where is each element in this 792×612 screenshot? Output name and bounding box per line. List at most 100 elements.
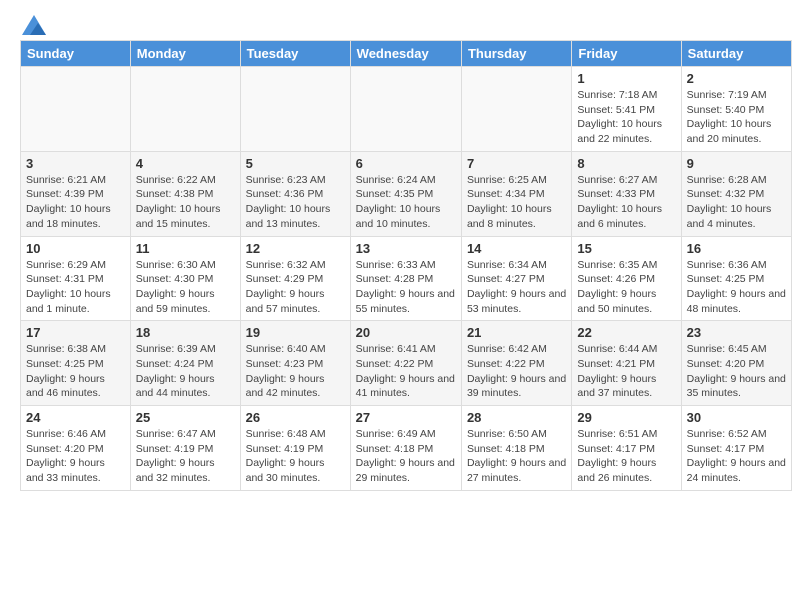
day-number: 8 bbox=[577, 156, 675, 171]
week-row-5: 24 Sunrise: 6:46 AM Sunset: 4:20 PM Dayli… bbox=[21, 406, 792, 491]
day-info: Sunrise: 6:40 AM Sunset: 4:23 PM Dayligh… bbox=[246, 342, 345, 401]
calendar-cell: 28 Sunrise: 6:50 AM Sunset: 4:18 PM Dayli… bbox=[461, 406, 571, 491]
day-number: 13 bbox=[356, 241, 456, 256]
day-number: 5 bbox=[246, 156, 345, 171]
day-number: 18 bbox=[136, 325, 235, 340]
day-number: 14 bbox=[467, 241, 566, 256]
day-number: 11 bbox=[136, 241, 235, 256]
calendar-cell: 1 Sunrise: 7:18 AM Sunset: 5:41 PM Daylig… bbox=[572, 67, 681, 152]
day-number: 24 bbox=[26, 410, 125, 425]
day-number: 17 bbox=[26, 325, 125, 340]
calendar-wrapper: SundayMondayTuesdayWednesdayThursdayFrid… bbox=[0, 40, 792, 496]
day-info: Sunrise: 6:25 AM Sunset: 4:34 PM Dayligh… bbox=[467, 173, 566, 232]
logo-icon bbox=[22, 15, 46, 35]
day-number: 27 bbox=[356, 410, 456, 425]
calendar-cell: 6 Sunrise: 6:24 AM Sunset: 4:35 PM Daylig… bbox=[350, 151, 461, 236]
calendar-cell: 7 Sunrise: 6:25 AM Sunset: 4:34 PM Daylig… bbox=[461, 151, 571, 236]
day-info: Sunrise: 6:23 AM Sunset: 4:36 PM Dayligh… bbox=[246, 173, 345, 232]
day-header-sunday: Sunday bbox=[21, 41, 131, 67]
day-header-monday: Monday bbox=[130, 41, 240, 67]
day-info: Sunrise: 7:18 AM Sunset: 5:41 PM Dayligh… bbox=[577, 88, 675, 147]
day-info: Sunrise: 6:24 AM Sunset: 4:35 PM Dayligh… bbox=[356, 173, 456, 232]
day-number: 29 bbox=[577, 410, 675, 425]
day-info: Sunrise: 6:46 AM Sunset: 4:20 PM Dayligh… bbox=[26, 427, 125, 486]
week-row-2: 3Sunrise: 6:21 AM Sunset: 4:39 PM Daylig… bbox=[21, 151, 792, 236]
day-number: 23 bbox=[687, 325, 786, 340]
day-info: Sunrise: 6:34 AM Sunset: 4:27 PM Dayligh… bbox=[467, 258, 566, 317]
calendar-cell: 30 Sunrise: 6:52 AM Sunset: 4:17 PM Dayli… bbox=[681, 406, 791, 491]
day-number: 1 bbox=[577, 71, 675, 86]
calendar-cell bbox=[21, 67, 131, 152]
calendar-cell: 2 Sunrise: 7:19 AM Sunset: 5:40 PM Daylig… bbox=[681, 67, 791, 152]
day-number: 10 bbox=[26, 241, 125, 256]
day-info: Sunrise: 7:19 AM Sunset: 5:40 PM Dayligh… bbox=[687, 88, 786, 147]
day-info: Sunrise: 6:48 AM Sunset: 4:19 PM Dayligh… bbox=[246, 427, 345, 486]
calendar-cell: 29 Sunrise: 6:51 AM Sunset: 4:17 PM Dayli… bbox=[572, 406, 681, 491]
day-number: 30 bbox=[687, 410, 786, 425]
day-number: 16 bbox=[687, 241, 786, 256]
day-info: Sunrise: 6:32 AM Sunset: 4:29 PM Dayligh… bbox=[246, 258, 345, 317]
calendar: SundayMondayTuesdayWednesdayThursdayFrid… bbox=[20, 40, 792, 491]
day-info: Sunrise: 6:41 AM Sunset: 4:22 PM Dayligh… bbox=[356, 342, 456, 401]
calendar-cell: 27 Sunrise: 6:49 AM Sunset: 4:18 PM Dayli… bbox=[350, 406, 461, 491]
calendar-cell: 21Sunrise: 6:42 AM Sunset: 4:22 PM Dayli… bbox=[461, 321, 571, 406]
day-info: Sunrise: 6:38 AM Sunset: 4:25 PM Dayligh… bbox=[26, 342, 125, 401]
day-number: 12 bbox=[246, 241, 345, 256]
day-number: 15 bbox=[577, 241, 675, 256]
calendar-cell: 22Sunrise: 6:44 AM Sunset: 4:21 PM Dayli… bbox=[572, 321, 681, 406]
day-info: Sunrise: 6:51 AM Sunset: 4:17 PM Dayligh… bbox=[577, 427, 675, 486]
calendar-cell: 25 Sunrise: 6:47 AM Sunset: 4:19 PM Dayli… bbox=[130, 406, 240, 491]
calendar-cell bbox=[130, 67, 240, 152]
day-info: Sunrise: 6:39 AM Sunset: 4:24 PM Dayligh… bbox=[136, 342, 235, 401]
day-info: Sunrise: 6:30 AM Sunset: 4:30 PM Dayligh… bbox=[136, 258, 235, 317]
page-header bbox=[0, 0, 792, 40]
day-number: 20 bbox=[356, 325, 456, 340]
calendar-cell: 23 Sunrise: 6:45 AM Sunset: 4:20 PM Dayli… bbox=[681, 321, 791, 406]
calendar-cell: 9 Sunrise: 6:28 AM Sunset: 4:32 PM Daylig… bbox=[681, 151, 791, 236]
calendar-cell bbox=[461, 67, 571, 152]
day-info: Sunrise: 6:29 AM Sunset: 4:31 PM Dayligh… bbox=[26, 258, 125, 317]
day-number: 9 bbox=[687, 156, 786, 171]
day-info: Sunrise: 6:47 AM Sunset: 4:19 PM Dayligh… bbox=[136, 427, 235, 486]
day-number: 2 bbox=[687, 71, 786, 86]
calendar-cell: 5 Sunrise: 6:23 AM Sunset: 4:36 PM Daylig… bbox=[240, 151, 350, 236]
day-info: Sunrise: 6:49 AM Sunset: 4:18 PM Dayligh… bbox=[356, 427, 456, 486]
day-header-wednesday: Wednesday bbox=[350, 41, 461, 67]
week-row-4: 17 Sunrise: 6:38 AM Sunset: 4:25 PM Dayli… bbox=[21, 321, 792, 406]
day-number: 4 bbox=[136, 156, 235, 171]
day-number: 28 bbox=[467, 410, 566, 425]
day-info: Sunrise: 6:21 AM Sunset: 4:39 PM Dayligh… bbox=[26, 173, 125, 232]
calendar-cell: 11 Sunrise: 6:30 AM Sunset: 4:30 PM Dayli… bbox=[130, 236, 240, 321]
calendar-cell: 14 Sunrise: 6:34 AM Sunset: 4:27 PM Dayli… bbox=[461, 236, 571, 321]
day-info: Sunrise: 6:33 AM Sunset: 4:28 PM Dayligh… bbox=[356, 258, 456, 317]
day-info: Sunrise: 6:45 AM Sunset: 4:20 PM Dayligh… bbox=[687, 342, 786, 401]
calendar-cell: 10 Sunrise: 6:29 AM Sunset: 4:31 PM Dayli… bbox=[21, 236, 131, 321]
calendar-cell: 15Sunrise: 6:35 AM Sunset: 4:26 PM Dayli… bbox=[572, 236, 681, 321]
day-info: Sunrise: 6:36 AM Sunset: 4:25 PM Dayligh… bbox=[687, 258, 786, 317]
day-number: 25 bbox=[136, 410, 235, 425]
calendar-cell: 13 Sunrise: 6:33 AM Sunset: 4:28 PM Dayli… bbox=[350, 236, 461, 321]
calendar-cell: 3Sunrise: 6:21 AM Sunset: 4:39 PM Daylig… bbox=[21, 151, 131, 236]
calendar-cell: 16 Sunrise: 6:36 AM Sunset: 4:25 PM Dayli… bbox=[681, 236, 791, 321]
day-info: Sunrise: 6:28 AM Sunset: 4:32 PM Dayligh… bbox=[687, 173, 786, 232]
logo bbox=[20, 15, 46, 35]
calendar-cell: 24 Sunrise: 6:46 AM Sunset: 4:20 PM Dayli… bbox=[21, 406, 131, 491]
calendar-cell: 17 Sunrise: 6:38 AM Sunset: 4:25 PM Dayli… bbox=[21, 321, 131, 406]
calendar-cell: 18 Sunrise: 6:39 AM Sunset: 4:24 PM Dayli… bbox=[130, 321, 240, 406]
calendar-cell: 20 Sunrise: 6:41 AM Sunset: 4:22 PM Dayli… bbox=[350, 321, 461, 406]
day-info: Sunrise: 6:50 AM Sunset: 4:18 PM Dayligh… bbox=[467, 427, 566, 486]
day-info: Sunrise: 6:27 AM Sunset: 4:33 PM Dayligh… bbox=[577, 173, 675, 232]
day-number: 6 bbox=[356, 156, 456, 171]
day-number: 19 bbox=[246, 325, 345, 340]
calendar-cell: 12 Sunrise: 6:32 AM Sunset: 4:29 PM Dayli… bbox=[240, 236, 350, 321]
calendar-cell bbox=[240, 67, 350, 152]
day-number: 7 bbox=[467, 156, 566, 171]
calendar-cell: 8 Sunrise: 6:27 AM Sunset: 4:33 PM Daylig… bbox=[572, 151, 681, 236]
day-number: 26 bbox=[246, 410, 345, 425]
day-header-thursday: Thursday bbox=[461, 41, 571, 67]
day-header-saturday: Saturday bbox=[681, 41, 791, 67]
week-row-1: 1 Sunrise: 7:18 AM Sunset: 5:41 PM Daylig… bbox=[21, 67, 792, 152]
day-number: 22 bbox=[577, 325, 675, 340]
day-header-tuesday: Tuesday bbox=[240, 41, 350, 67]
day-info: Sunrise: 6:52 AM Sunset: 4:17 PM Dayligh… bbox=[687, 427, 786, 486]
